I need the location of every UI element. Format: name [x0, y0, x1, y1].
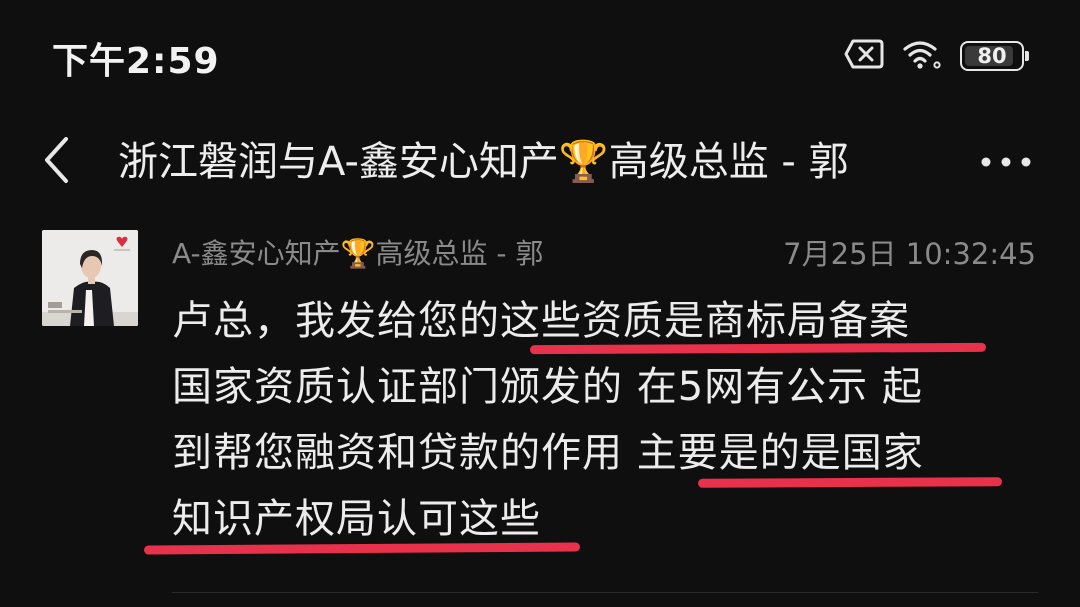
highlight-underline	[143, 542, 581, 555]
status-bar: 下午2:59 80	[0, 0, 1080, 110]
message-line-text: 国家资质认证部门颁发的 在5网有公示 起	[172, 364, 923, 410]
more-horizontal-icon	[980, 153, 1032, 172]
status-time: 下午2:59	[52, 41, 220, 82]
message-line-text: 到帮您融资和贷款的作用 主要是的是国家	[172, 430, 924, 476]
status-icons: 80	[844, 36, 1029, 76]
battery-icon: 80	[960, 41, 1029, 71]
sim-off-icon	[844, 39, 884, 73]
more-button[interactable]	[978, 142, 1034, 182]
chat-title: 浙江磐润与A-鑫安心知产🏆高级总监 - 郭	[118, 139, 849, 185]
avatar[interactable]	[42, 230, 138, 326]
chat-message[interactable]: A-鑫安心知产🏆高级总监 - 郭 7月25日 10:32:45 卢总，我发给您的…	[0, 226, 1080, 607]
divider	[172, 592, 1038, 593]
message-line-text: 知识产权局认可这些	[172, 496, 541, 542]
message-timestamp: 7月25日 10:32:45	[783, 237, 1036, 271]
message-line: 卢总，我发给您的这些资质是商标局备案	[172, 288, 1042, 355]
chevron-left-icon	[42, 136, 72, 188]
back-button[interactable]	[34, 132, 80, 192]
message-line: 到帮您融资和贷款的作用 主要是的是国家	[172, 420, 1042, 488]
wifi-icon	[902, 38, 942, 74]
message-line-text: 卢总，我发给您的这些资质是商标局备案	[172, 298, 910, 344]
chat-header: 浙江磐润与A-鑫安心知产🏆高级总监 - 郭	[0, 118, 1080, 206]
battery-level: 80	[977, 44, 1007, 68]
message-text[interactable]: 卢总，我发给您的这些资质是商标局备案 国家资质认证部门颁发的 在5网有公示 起 …	[143, 288, 1042, 555]
sender-name: A-鑫安心知产🏆高级总监 - 郭	[172, 237, 544, 270]
message-line: 知识产权局认可这些	[143, 486, 1042, 555]
message-line: 国家资质认证部门颁发的 在5网有公示 起	[172, 354, 1042, 420]
highlight-underline	[529, 342, 987, 355]
